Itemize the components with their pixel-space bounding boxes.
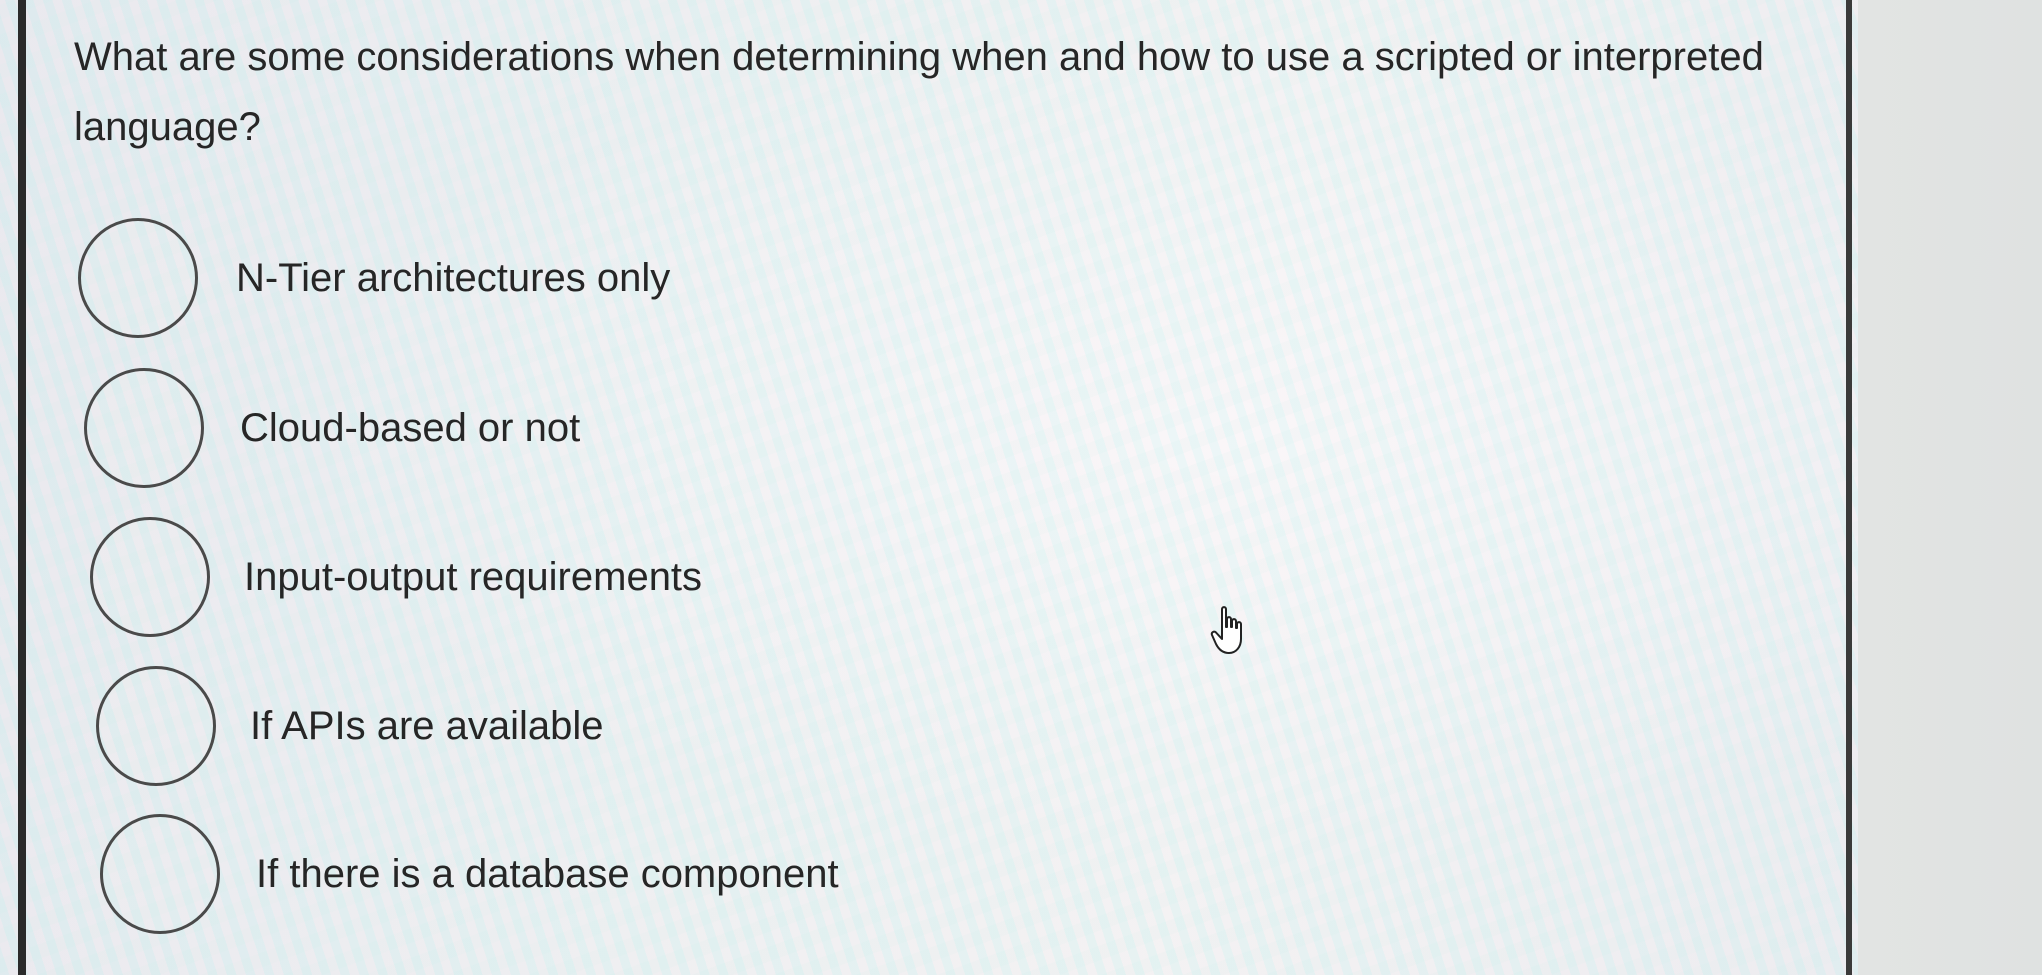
radio-button[interactable] xyxy=(78,218,198,338)
radio-button[interactable] xyxy=(96,666,216,786)
answer-option-4[interactable]: If APIs are available xyxy=(96,666,604,786)
option-label: If APIs are available xyxy=(250,703,604,748)
answer-option-1[interactable]: N-Tier architectures only xyxy=(78,218,670,338)
hand-pointer-icon xyxy=(1210,606,1242,654)
option-label: If there is a database component xyxy=(256,851,839,896)
option-label: Cloud-based or not xyxy=(240,405,581,450)
option-label: N-Tier architectures only xyxy=(236,255,671,300)
page-margin xyxy=(1858,0,2042,975)
question-text: What are some considerations when determ… xyxy=(74,35,1764,149)
answer-option-5[interactable]: If there is a database component xyxy=(100,814,839,934)
answer-option-3[interactable]: Input-output requirements xyxy=(90,517,702,637)
radio-button[interactable] xyxy=(100,814,220,934)
option-label: Input-output requirements xyxy=(244,554,703,599)
question-card: What are some considerations when determ… xyxy=(18,0,1852,975)
answer-option-2[interactable]: Cloud-based or not xyxy=(84,368,580,488)
radio-button[interactable] xyxy=(84,368,204,488)
radio-button[interactable] xyxy=(90,517,210,637)
